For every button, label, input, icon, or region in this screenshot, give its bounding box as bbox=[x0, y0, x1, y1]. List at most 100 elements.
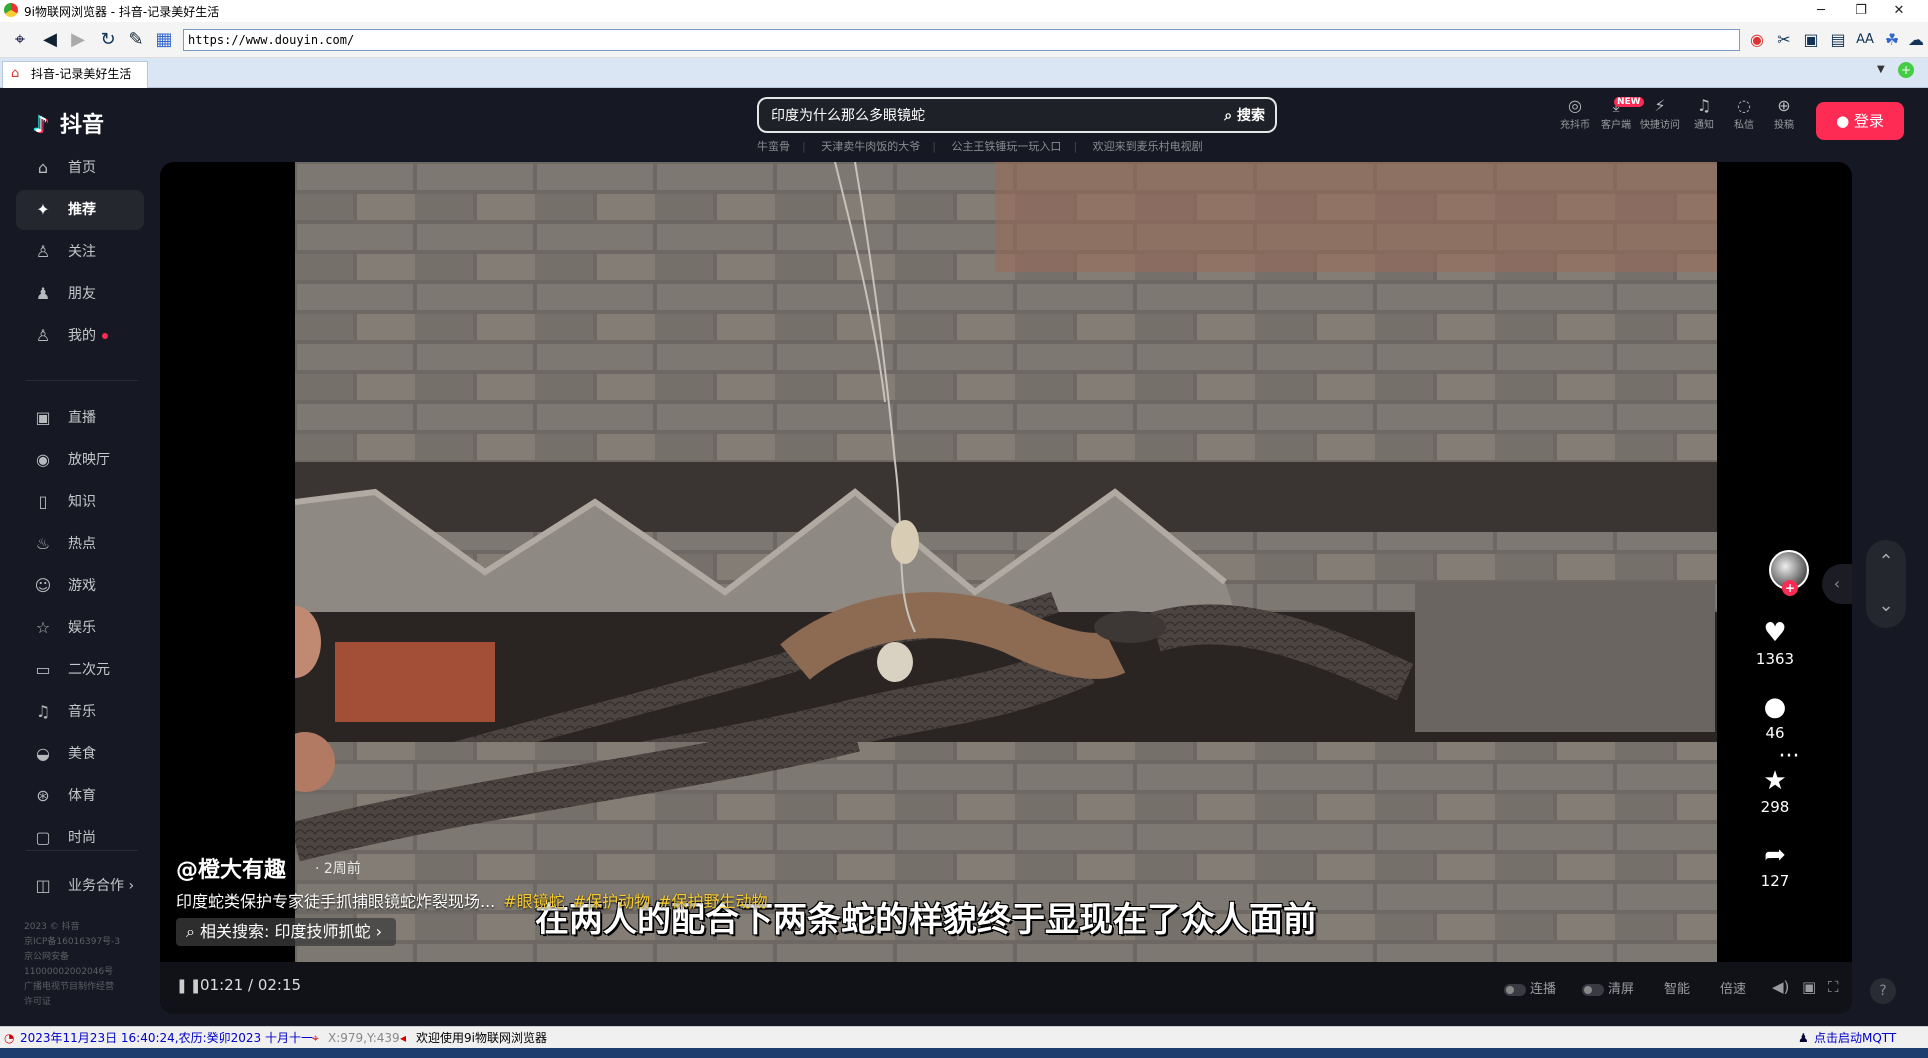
follow-icon: ♙ bbox=[35, 242, 51, 261]
sidebar-item-sports[interactable]: ⊛ 体育 bbox=[16, 776, 144, 816]
like-count: 1363 bbox=[1755, 650, 1795, 668]
sidebar-item-friends[interactable]: ♟ 朋友 bbox=[16, 274, 144, 314]
sidebar-item-mine[interactable]: ♙ 我的 bbox=[16, 316, 144, 356]
sidebar-item-music[interactable]: ♫ 音乐 bbox=[16, 692, 144, 732]
quick-access-button[interactable]: ⚡ 快捷访问 bbox=[1640, 96, 1680, 131]
search-icon: ⌕ bbox=[186, 922, 201, 941]
volume-icon[interactable]: ◀) bbox=[1772, 978, 1789, 996]
sidebar-item-label: 音乐 bbox=[68, 704, 96, 720]
fullscreen-icon[interactable]: ⛶ bbox=[1828, 978, 1839, 996]
new-tab-icon[interactable]: + bbox=[1898, 62, 1914, 78]
comment-count: 46 bbox=[1765, 724, 1785, 742]
coin-icon: ◎ bbox=[1568, 96, 1582, 115]
close-button[interactable]: ✕ bbox=[1876, 0, 1922, 22]
sidebar-item-anime[interactable]: ▭ 二次元 bbox=[16, 650, 144, 690]
sidebar-item-business[interactable]: ◫ 业务合作 › bbox=[16, 866, 144, 906]
bag-icon: ▢ bbox=[35, 828, 51, 847]
refresh-icon[interactable]: ↻ bbox=[96, 28, 120, 52]
sidebar-item-fashion[interactable]: ▢ 时尚 bbox=[16, 818, 144, 858]
grid-icon[interactable]: ▤ bbox=[1826, 28, 1850, 52]
mqtt-button[interactable]: 点击启动MQTT bbox=[1814, 1028, 1896, 1048]
hashtag[interactable]: #眼镜蛇 bbox=[503, 892, 564, 911]
sidebar-item-knowledge[interactable]: ▯ 知识 bbox=[16, 482, 144, 522]
sidebar-item-home[interactable]: ⌂ 首页 bbox=[16, 148, 144, 188]
baidu-icon[interactable]: ☘ bbox=[1880, 28, 1904, 52]
tab-douyin[interactable]: ⌂ 抖音-记录美好生活 bbox=[2, 61, 148, 88]
related-search-button[interactable]: ⌕ 相关搜索: 印度技师抓蛇 › bbox=[176, 918, 397, 946]
sidebar-item-label: 业务合作 › bbox=[68, 878, 135, 894]
mouse-icon[interactable]: ⌖ bbox=[8, 28, 32, 52]
video-player[interactable]: 在两人的配合下两条蛇的样貌终于显现在了众人面前 @橙大有趣 · 2周前 印度蛇类… bbox=[160, 162, 1852, 1014]
like-button[interactable]: ♥ 1363 bbox=[1745, 616, 1805, 668]
douyin-logo[interactable]: ♪ 抖音 bbox=[34, 107, 104, 139]
follow-plus-icon[interactable]: + bbox=[1782, 580, 1798, 596]
clear-screen-toggle[interactable]: 清屏 bbox=[1582, 978, 1634, 997]
search-box: ⌕ 搜索 bbox=[757, 97, 1277, 133]
help-icon[interactable]: ? bbox=[1870, 978, 1896, 1004]
search-button[interactable]: ⌕ 搜索 bbox=[1224, 105, 1265, 125]
back-icon[interactable]: ◀ bbox=[38, 28, 62, 52]
status-bar: ◔ 2023年11月23日 16:40:24,农历:癸卯2023 十月十一 ⌖ … bbox=[0, 1026, 1928, 1048]
upload-button[interactable]: ⊕ 投稿 bbox=[1764, 96, 1804, 131]
icp-license[interactable]: 京ICP备16016397号-3 bbox=[24, 935, 144, 950]
search-button-label: 搜索 bbox=[1237, 108, 1265, 124]
food-icon: ◒ bbox=[36, 744, 50, 763]
video-frame[interactable] bbox=[295, 162, 1717, 962]
copyright: 2023 © 抖音 bbox=[24, 922, 80, 932]
sidebar-item-hot[interactable]: ♨ 热点 bbox=[16, 524, 144, 564]
comment-button[interactable]: ● 46 bbox=[1745, 690, 1805, 742]
sidebar-item-cinema[interactable]: ◉ 放映厅 bbox=[16, 440, 144, 480]
sidebar-item-entertainment[interactable]: ☆ 娱乐 bbox=[16, 608, 144, 648]
chrome-icon[interactable]: ◉ bbox=[1745, 28, 1769, 52]
notification-button[interactable]: ♫ 通知 bbox=[1684, 96, 1724, 131]
hashtag[interactable]: #保护野生动物 bbox=[658, 892, 767, 911]
screenshot-icon[interactable]: ▣ bbox=[1799, 28, 1823, 52]
sidebar-item-label: 关注 bbox=[68, 244, 96, 260]
broadcast-license-suffix: 许可证 bbox=[24, 997, 52, 1007]
previous-video-button[interactable]: ⌃ bbox=[1866, 540, 1906, 584]
recharge-button[interactable]: ◎ 充抖币 bbox=[1555, 96, 1595, 131]
hot-search-item[interactable]: 公主王铁锤玩一玩入口 bbox=[951, 140, 1061, 153]
share-button[interactable]: ➦ 127 bbox=[1745, 838, 1805, 890]
qrcode-icon[interactable]: ▦ bbox=[152, 28, 176, 52]
user-icon: ● bbox=[1836, 112, 1854, 130]
edit-icon[interactable]: ✎ bbox=[124, 28, 148, 52]
message-button[interactable]: ◌ 私信 bbox=[1724, 96, 1764, 131]
address-bar[interactable]: https://www.douyin.com/ bbox=[183, 29, 1740, 51]
hashtag[interactable]: #保护动物 bbox=[573, 892, 650, 911]
top-icon-label: 投稿 bbox=[1774, 120, 1794, 131]
video-author[interactable]: @橙大有趣 bbox=[176, 852, 286, 884]
sidebar-item-live[interactable]: ▣ 直播 bbox=[16, 398, 144, 438]
fire-icon: ♨ bbox=[35, 534, 51, 553]
translate-icon[interactable]: ꓮA bbox=[1853, 28, 1877, 52]
gamepad-icon: ☺ bbox=[34, 576, 52, 595]
speaker-icon: ◂ bbox=[400, 1031, 407, 1045]
sparkle-icon: ✦ bbox=[36, 200, 50, 219]
pip-icon[interactable]: ▣ bbox=[1802, 978, 1816, 996]
broadcast-license[interactable]: 广播电视节目制作经营 bbox=[24, 980, 144, 995]
cinema-icon: ◉ bbox=[36, 450, 50, 469]
more-icon[interactable]: ··· bbox=[1769, 744, 1809, 769]
cloud-icon[interactable]: ☁ bbox=[1904, 28, 1928, 52]
douyin-page: ♪ 抖音 ⌕ 搜索 牛蛮骨| 天津卖牛肉饭的大爷| 公主王铁锤玩一玩入口| 欢迎来… bbox=[0, 88, 1928, 1026]
sidebar-item-label: 推荐 bbox=[68, 202, 96, 218]
tab-dropdown-icon[interactable]: ▼ bbox=[1877, 64, 1885, 75]
police-record[interactable]: 京公网安备 bbox=[24, 950, 144, 965]
hot-search-item[interactable]: 牛蛮骨 bbox=[757, 140, 790, 153]
sidebar-item-games[interactable]: ☺ 游戏 bbox=[16, 566, 144, 606]
hot-search-item[interactable]: 天津卖牛肉饭的大爷 bbox=[821, 140, 920, 153]
quality-button[interactable]: 智能 bbox=[1664, 978, 1690, 997]
hot-search-item[interactable]: 欢迎来到麦乐村电视剧 bbox=[1093, 140, 1203, 153]
speed-button[interactable]: 倍速 bbox=[1720, 978, 1746, 997]
favorite-button[interactable]: ★ 298 bbox=[1745, 764, 1805, 816]
next-video-button[interactable]: ⌄ bbox=[1866, 584, 1906, 628]
top-icon-label: 私信 bbox=[1734, 120, 1754, 131]
forward-icon[interactable]: ▶ bbox=[66, 28, 90, 52]
scissors-icon[interactable]: ✂ bbox=[1772, 28, 1796, 52]
sidebar-item-food[interactable]: ◒ 美食 bbox=[16, 734, 144, 774]
sidebar-item-follow[interactable]: ♙ 关注 bbox=[16, 232, 144, 272]
autoplay-toggle[interactable]: 连播 bbox=[1504, 978, 1556, 997]
search-input[interactable] bbox=[771, 105, 1191, 125]
login-button[interactable]: ● 登录 bbox=[1816, 102, 1904, 140]
sidebar-item-recommend[interactable]: ✦ 推荐 bbox=[16, 190, 144, 230]
